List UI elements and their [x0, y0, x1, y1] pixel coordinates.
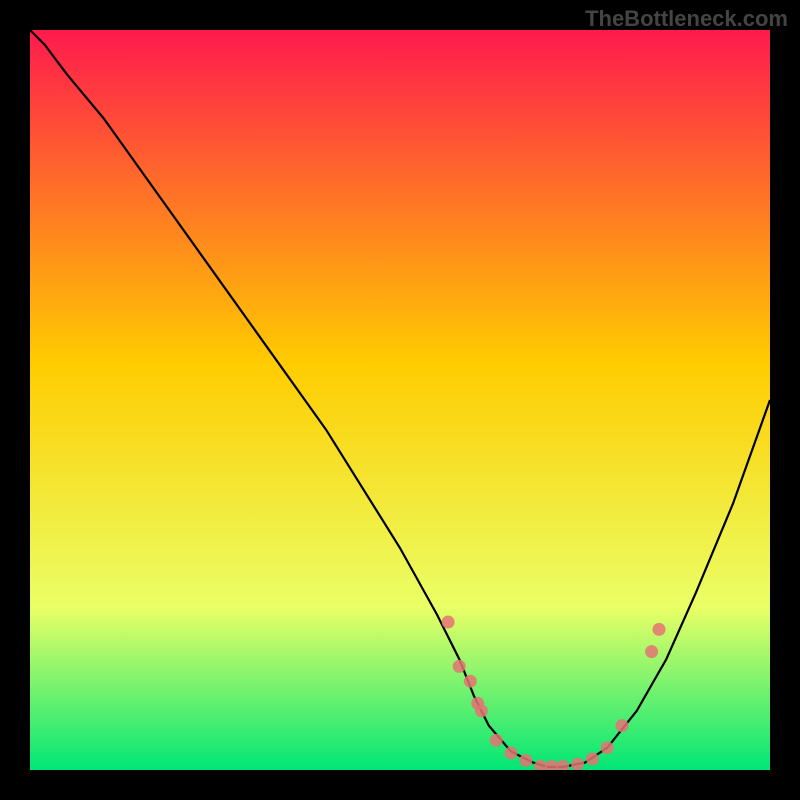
scatter-point [571, 758, 584, 770]
scatter-point [653, 623, 666, 636]
scatter-point [442, 616, 455, 629]
scatter-point [475, 704, 488, 717]
scatter-point [601, 741, 614, 754]
scatter-point [645, 645, 658, 658]
scatter-point [464, 675, 477, 688]
watermark-text: TheBottleneck.com [585, 6, 788, 32]
scatter-point [505, 747, 518, 760]
scatter-point [490, 734, 503, 747]
scatter-point [616, 719, 629, 732]
chart-svg [30, 30, 770, 770]
scatter-point [519, 754, 532, 767]
scatter-point [453, 660, 466, 673]
scatter-point [586, 752, 599, 765]
chart-plot-area [30, 30, 770, 770]
gradient-background [30, 30, 770, 770]
